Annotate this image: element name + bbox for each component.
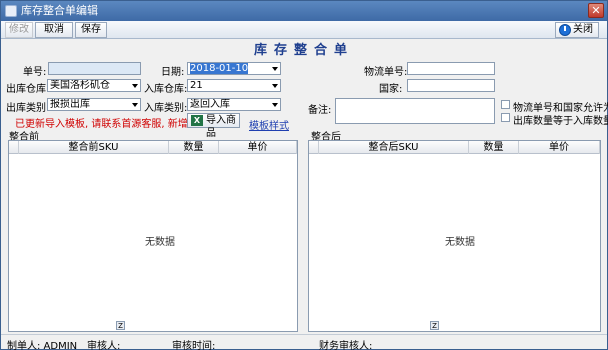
before-grid-header: 整合前SKU 数量 单价 <box>9 141 297 154</box>
maker-text: 制单人: ADMIN <box>7 341 78 350</box>
qty-equal-checkbox[interactable] <box>501 113 510 122</box>
out-warehouse-value: 美国洛杉矶仓 <box>50 80 110 91</box>
import-goods-button[interactable]: X 导入商品 <box>187 113 240 139</box>
cancel-button[interactable]: 取消 <box>35 22 73 38</box>
after-col-price[interactable]: 单价 <box>519 141 600 154</box>
in-type-select[interactable]: 返回入库 <box>187 98 281 111</box>
order-no-input[interactable] <box>48 62 141 75</box>
after-empty-text: 无数据 <box>445 237 475 248</box>
close-button[interactable]: 关闭 <box>555 22 599 38</box>
in-warehouse-value: 21 <box>190 80 203 91</box>
window-title: 库存整合单编辑 <box>21 4 98 17</box>
toolbar: 修改 取消 保存 关闭 <box>1 21 607 39</box>
date-label: 日期: <box>161 67 185 78</box>
chevron-down-icon <box>132 84 138 88</box>
import-goods-label: 导入商品 <box>206 115 236 139</box>
before-empty-text: 无数据 <box>145 237 175 248</box>
allow-empty-checkbox[interactable] <box>501 100 510 109</box>
order-no-label: 单号: <box>23 67 47 78</box>
date-picker[interactable]: 2018-01-10 <box>187 62 281 75</box>
template-style-link[interactable]: 模板样式 <box>249 117 289 132</box>
out-type-value: 报损出库 <box>50 99 90 110</box>
out-type-label: 出库类别: <box>6 103 50 114</box>
modify-button[interactable]: 修改 <box>5 22 33 38</box>
out-type-select[interactable]: 报损出库 <box>47 98 141 111</box>
after-grid-header: 整合后SKU 数量 单价 <box>309 141 600 154</box>
close-button-label: 关闭 <box>573 24 593 35</box>
out-warehouse-label: 出库仓库: <box>6 84 50 95</box>
form-title: 库存整合单 <box>253 43 354 58</box>
save-button[interactable]: 保存 <box>75 22 107 38</box>
after-col-qty[interactable]: 数量 <box>469 141 519 154</box>
remark-textarea[interactable] <box>335 98 495 124</box>
before-col-qty[interactable]: 数量 <box>169 141 219 154</box>
reviewer-text: 审核人: <box>87 341 121 350</box>
in-warehouse-label: 入库仓库: <box>144 84 188 95</box>
window-close-icon[interactable]: ✕ <box>588 3 604 18</box>
country-label: 国家: <box>379 84 403 95</box>
after-col-sku[interactable]: 整合后SKU <box>319 141 469 154</box>
logistics-no-label: 物流单号: <box>364 67 408 78</box>
chevron-down-icon <box>132 103 138 107</box>
date-value: 2018-01-10 <box>190 63 249 74</box>
before-footer-button[interactable]: Z <box>116 321 125 330</box>
finance-reviewer-text: 财务审核人: <box>319 341 373 350</box>
before-grid[interactable]: 整合前SKU 数量 单价 无数据 Z <box>8 140 298 332</box>
chevron-down-icon <box>272 84 278 88</box>
out-warehouse-select[interactable]: 美国洛杉矶仓 <box>47 79 141 92</box>
in-warehouse-select[interactable]: 21 <box>187 79 281 92</box>
chevron-down-icon <box>272 67 278 71</box>
edit-window: 库存整合单编辑 ✕ 修改 取消 保存 关闭 库存整合单 单号: 日期: 2018… <box>0 0 608 350</box>
app-icon <box>5 5 17 17</box>
after-grid[interactable]: 整合后SKU 数量 单价 无数据 Z <box>308 140 601 332</box>
after-footer-button[interactable]: Z <box>430 321 439 330</box>
in-type-label: 入库类别: <box>144 103 188 114</box>
status-bar: 制单人: ADMIN 审核人: 审核时间: 财务审核人: <box>1 334 607 350</box>
row-indicator-header <box>9 141 19 154</box>
review-time-text: 审核时间: <box>172 341 216 350</box>
title-bar: 库存整合单编辑 ✕ <box>1 1 607 21</box>
before-col-sku[interactable]: 整合前SKU <box>19 141 169 154</box>
country-input[interactable] <box>407 79 495 92</box>
qty-equal-label: 出库数量等于入库数量 <box>513 116 608 127</box>
chevron-down-icon <box>272 103 278 107</box>
row-indicator-header <box>309 141 319 154</box>
remark-label: 备注: <box>308 105 332 116</box>
before-col-price[interactable]: 单价 <box>219 141 297 154</box>
logistics-no-input[interactable] <box>407 62 495 75</box>
in-type-value: 返回入库 <box>190 99 230 110</box>
power-icon <box>559 24 571 36</box>
excel-icon: X <box>191 115 203 126</box>
